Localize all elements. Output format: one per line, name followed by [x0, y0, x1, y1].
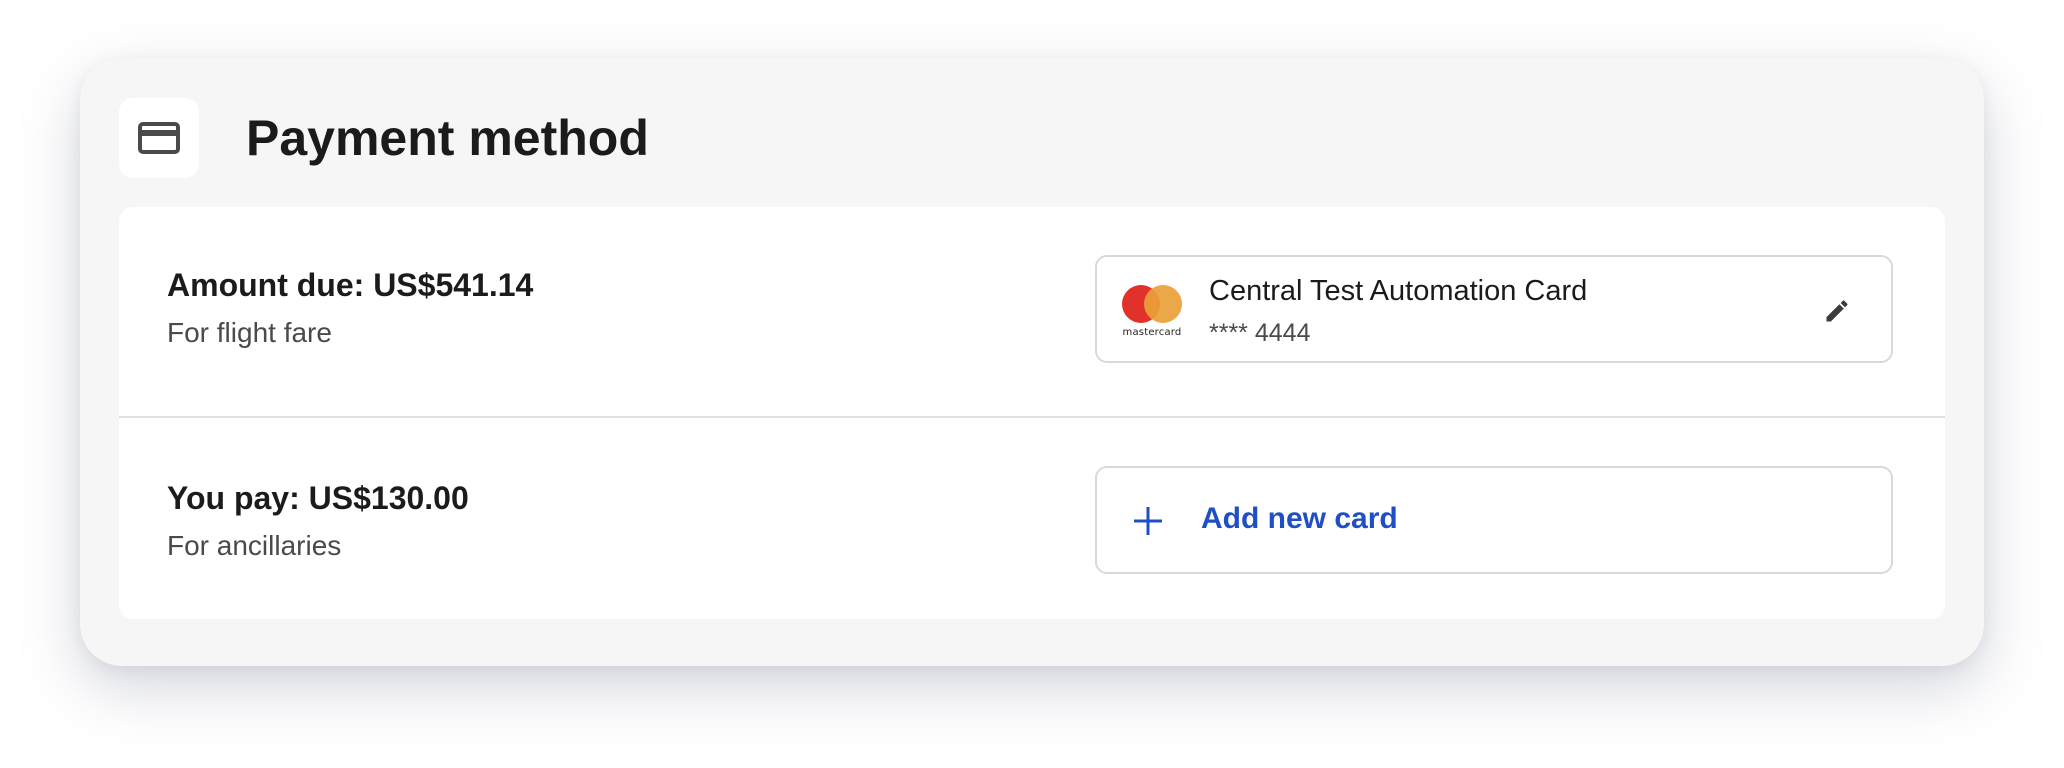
you-pay-row: You pay: US$130.00 For ancillaries Add n… — [119, 418, 1945, 619]
plus-icon — [1134, 507, 1162, 535]
mastercard-icon: mastercard — [1119, 283, 1185, 339]
mastercard-wordmark: mastercard — [1122, 327, 1182, 338]
edit-card-button[interactable] — [1817, 291, 1857, 331]
saved-card-option[interactable]: mastercard Central Test Automation Card … — [1095, 255, 1893, 363]
add-new-card-button[interactable]: Add new card — [1095, 466, 1893, 574]
amount-due-label: Amount due: US$541.14 — [167, 267, 534, 303]
amount-due-row: Amount due: US$541.14 For flight fare ma… — [119, 207, 1945, 418]
amount-due-description: For flight fare — [167, 317, 332, 348]
pencil-icon — [1826, 300, 1848, 322]
payment-method-card: Payment method Amount due: US$541.14 For… — [80, 58, 1984, 666]
credit-card-icon — [119, 98, 199, 178]
card-number: **** 4444 — [1209, 319, 1311, 347]
card-name: Central Test Automation Card — [1209, 275, 1588, 307]
you-pay-description: For ancillaries — [167, 530, 342, 561]
payment-panel: Amount due: US$541.14 For flight fare ma… — [119, 207, 1945, 619]
you-pay-label: You pay: US$130.00 — [167, 480, 469, 516]
page-title: Payment method — [246, 110, 649, 166]
add-new-card-label: Add new card — [1201, 502, 1398, 535]
